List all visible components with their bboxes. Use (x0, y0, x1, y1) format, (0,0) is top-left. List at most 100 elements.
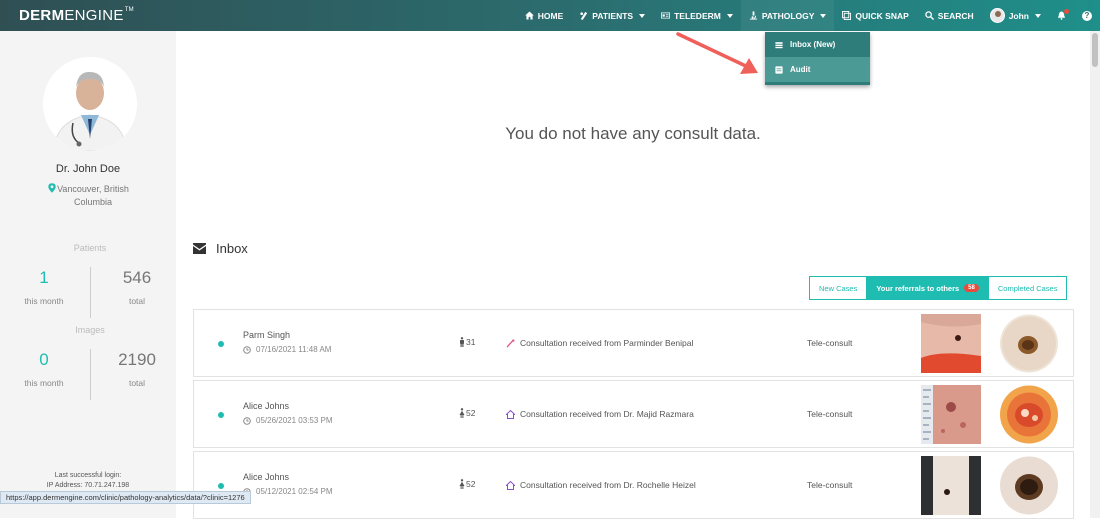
patients-total-stat: 546 total (110, 268, 164, 306)
clock-icon (243, 416, 251, 425)
profile-sidebar: Dr. John Doe Vancouver, British Columbia… (0, 31, 176, 518)
chevron-down-icon (726, 13, 733, 18)
images-total-caption: total (128, 378, 146, 388)
consult-type: Tele-consult (807, 338, 853, 348)
clinical-image-thumbnail[interactable] (921, 314, 981, 373)
pathology-dropdown: Inbox (New) Audit (765, 32, 870, 85)
clinical-image-thumbnail[interactable] (921, 385, 981, 444)
clock-icon (243, 345, 251, 354)
consult-description: Consultation received from Parminder Ben… (506, 338, 693, 348)
menu-item-audit[interactable]: Audit (765, 57, 870, 82)
logo-bold-text: DERM (19, 7, 65, 24)
microscope-icon (506, 338, 515, 347)
menu-item-inbox-new-label: Inbox (New) (790, 40, 836, 49)
nav-telederm-label: TELEDERM (674, 10, 721, 21)
consult-row[interactable]: Parm Singh 07/16/2021 11:48 AM 31 Consul… (193, 309, 1074, 377)
page-scrollbar[interactable] (1090, 31, 1100, 518)
male-icon (460, 337, 464, 347)
home-icon (524, 11, 534, 20)
nav-quick-snap-label: QUICK SNAP (855, 10, 909, 21)
clinical-image-thumbnail[interactable] (921, 456, 981, 515)
tab-referrals-label: Your referrals to others (876, 283, 960, 293)
patient-age: 52 (459, 408, 475, 418)
patients-total-count: 546 (122, 268, 152, 287)
images-total-count: 2190 (118, 350, 156, 369)
nav-notifications[interactable] (1049, 0, 1074, 31)
tab-referrals-to-others[interactable]: Your referrals to others 58 (866, 277, 988, 299)
consult-date-text: 07/16/2021 11:48 AM (256, 345, 332, 354)
dermoscopy-image-thumbnail[interactable] (999, 385, 1059, 444)
nav-patients-label: PATIENTS (592, 10, 634, 21)
empty-consult-message: You do not have any consult data. (505, 124, 761, 143)
nav-pathology-label: PATHOLOGY (761, 10, 815, 21)
help-icon: ? (1082, 10, 1092, 21)
consult-description-text: Consultation received from Dr. Rochelle … (520, 480, 696, 490)
nav-patients[interactable]: PATIENTS (571, 0, 653, 31)
last-login-ip: IP Address: 70.71.247.198 (46, 482, 130, 489)
patients-section-label: Patients (73, 243, 107, 253)
consult-description: Consultation received from Dr. Rochelle … (506, 480, 696, 490)
patients-icon (580, 11, 588, 20)
nav-home-label: HOME (537, 10, 564, 21)
dermengine-logo[interactable]: DERMENGINETM (19, 7, 134, 24)
nav-menu: HOME PATIENTS TELEDERM PATHOLOGY QUICK S… (517, 0, 1100, 31)
patient-age-text: 52 (466, 479, 476, 489)
nav-quick-snap[interactable]: QUICK SNAP (834, 0, 916, 31)
nav-search-label: SEARCH (937, 10, 974, 21)
tab-new-cases-label: New Cases (819, 283, 858, 293)
doctor-location: Vancouver, British Columbia (57, 184, 129, 207)
consult-date: 05/26/2021 03:53 PM (243, 416, 333, 425)
dermoscopy-image-thumbnail[interactable] (999, 314, 1059, 373)
stats-divider (90, 349, 91, 400)
chevron-down-icon (1035, 13, 1041, 18)
nav-search[interactable]: SEARCH (917, 0, 982, 31)
patient-age-text: 31 (466, 337, 476, 347)
consult-row[interactable]: Alice Johns 05/12/2021 02:54 PM 52 Consu… (193, 451, 1074, 519)
nav-user-menu[interactable]: John (982, 0, 1049, 31)
chevron-down-icon (820, 13, 827, 18)
consult-description-text: Consultation received from Dr. Majid Raz… (520, 409, 694, 419)
patient-name[interactable]: Alice Johns (243, 401, 289, 411)
female-icon (459, 479, 465, 489)
patient-name[interactable]: Alice Johns (243, 472, 289, 482)
unread-dot (218, 341, 224, 347)
top-navbar: DERMENGINETM HOME PATIENTS TELEDERM PATH… (0, 0, 1100, 31)
patient-name[interactable]: Parm Singh (243, 330, 290, 340)
doctor-name: Dr. John Doe (55, 163, 121, 175)
patients-total-caption: total (128, 296, 146, 306)
user-avatar (989, 8, 1005, 23)
images-month-count: 0 (39, 350, 49, 369)
female-icon (459, 408, 465, 418)
annotation-arrow (676, 32, 758, 74)
menu-item-audit-label: Audit (790, 65, 811, 74)
chevron-down-icon (639, 13, 646, 18)
consult-date: 05/12/2021 02:54 PM (243, 487, 333, 496)
images-section-label: Images (75, 325, 105, 335)
logo-tm: TM (124, 7, 134, 13)
menu-item-inbox-new[interactable]: Inbox (New) (765, 32, 870, 57)
tab-new-cases[interactable]: New Cases (810, 277, 867, 299)
inbox-icon (775, 41, 783, 48)
browser-status-url: https://app.dermengine.com/clinic/pathol… (0, 491, 251, 504)
microscope-icon (749, 11, 757, 20)
nav-telederm[interactable]: TELEDERM (653, 0, 741, 31)
inbox-tabs: New Cases Your referrals to others 58 Co… (809, 276, 1068, 300)
consult-type: Tele-consult (807, 409, 853, 419)
patients-month-count: 1 (39, 268, 49, 287)
scrollbar-thumb[interactable] (1092, 33, 1098, 67)
images-total-stat: 2190 total (110, 350, 164, 388)
tab-completed-cases[interactable]: Completed Cases (987, 277, 1067, 299)
patient-age-text: 52 (466, 408, 476, 418)
nav-home[interactable]: HOME (517, 0, 572, 31)
last-login-info: Last successful login: IP Address: 70.71… (0, 471, 176, 491)
patients-month-caption: this month (24, 296, 64, 306)
bell-icon (1057, 9, 1069, 20)
consult-row[interactable]: Alice Johns 05/26/2021 03:53 PM 52 Consu… (193, 380, 1074, 448)
referrals-count-badge: 58 (964, 284, 979, 292)
home-icon (506, 480, 515, 490)
dermoscopy-image-thumbnail[interactable] (999, 456, 1059, 515)
nav-pathology[interactable]: PATHOLOGY (740, 0, 835, 31)
images-month-caption: this month (24, 378, 64, 388)
search-icon (925, 11, 934, 20)
nav-help[interactable]: ? (1074, 0, 1100, 31)
